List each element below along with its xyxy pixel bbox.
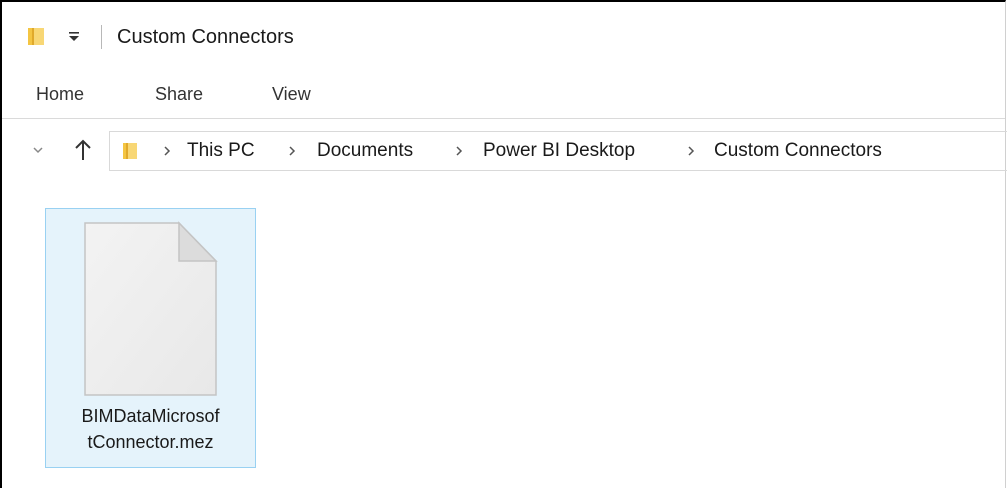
chevron-right-icon[interactable] [162, 144, 172, 158]
chevron-right-icon[interactable] [454, 144, 464, 158]
folder-icon [28, 28, 44, 45]
chevron-right-icon[interactable] [686, 144, 696, 158]
ribbon-tabs: Home Share View [2, 68, 1005, 119]
tab-home[interactable]: Home [36, 84, 84, 105]
window-title: Custom Connectors [117, 26, 294, 48]
tab-share[interactable]: Share [155, 84, 203, 105]
folder-icon [123, 143, 137, 159]
breadcrumb-this-pc[interactable]: This PC [187, 140, 255, 162]
breadcrumb-custom-connectors[interactable]: Custom Connectors [714, 140, 882, 162]
address-bar[interactable]: This PC Documents Power BI Desktop Custo… [109, 131, 1007, 171]
file-name: BIMDataMicrosof tConnector.mez [46, 403, 255, 455]
breadcrumb-documents[interactable]: Documents [317, 140, 413, 162]
breadcrumb-power-bi-desktop[interactable]: Power BI Desktop [483, 140, 635, 162]
arrow-up-icon[interactable] [73, 138, 93, 162]
quick-access-toolbar-dropdown-icon[interactable] [67, 30, 81, 44]
navigation-bar: This PC Documents Power BI Desktop Custo… [2, 119, 1007, 189]
tab-view[interactable]: View [272, 84, 311, 105]
title-bar: Custom Connectors [2, 2, 1005, 68]
chevron-down-icon[interactable] [32, 145, 44, 155]
generic-file-icon [84, 221, 218, 396]
file-name-line-1: BIMDataMicrosof [81, 406, 220, 426]
file-item[interactable]: BIMDataMicrosof tConnector.mez [45, 208, 256, 468]
explorer-window: Custom Connectors Home Share View This P… [0, 0, 1007, 488]
file-name-line-2: tConnector.mez [87, 432, 214, 452]
file-list-pane: BIMDataMicrosof tConnector.mez [2, 192, 1005, 488]
title-separator [101, 25, 102, 49]
chevron-right-icon[interactable] [287, 144, 297, 158]
